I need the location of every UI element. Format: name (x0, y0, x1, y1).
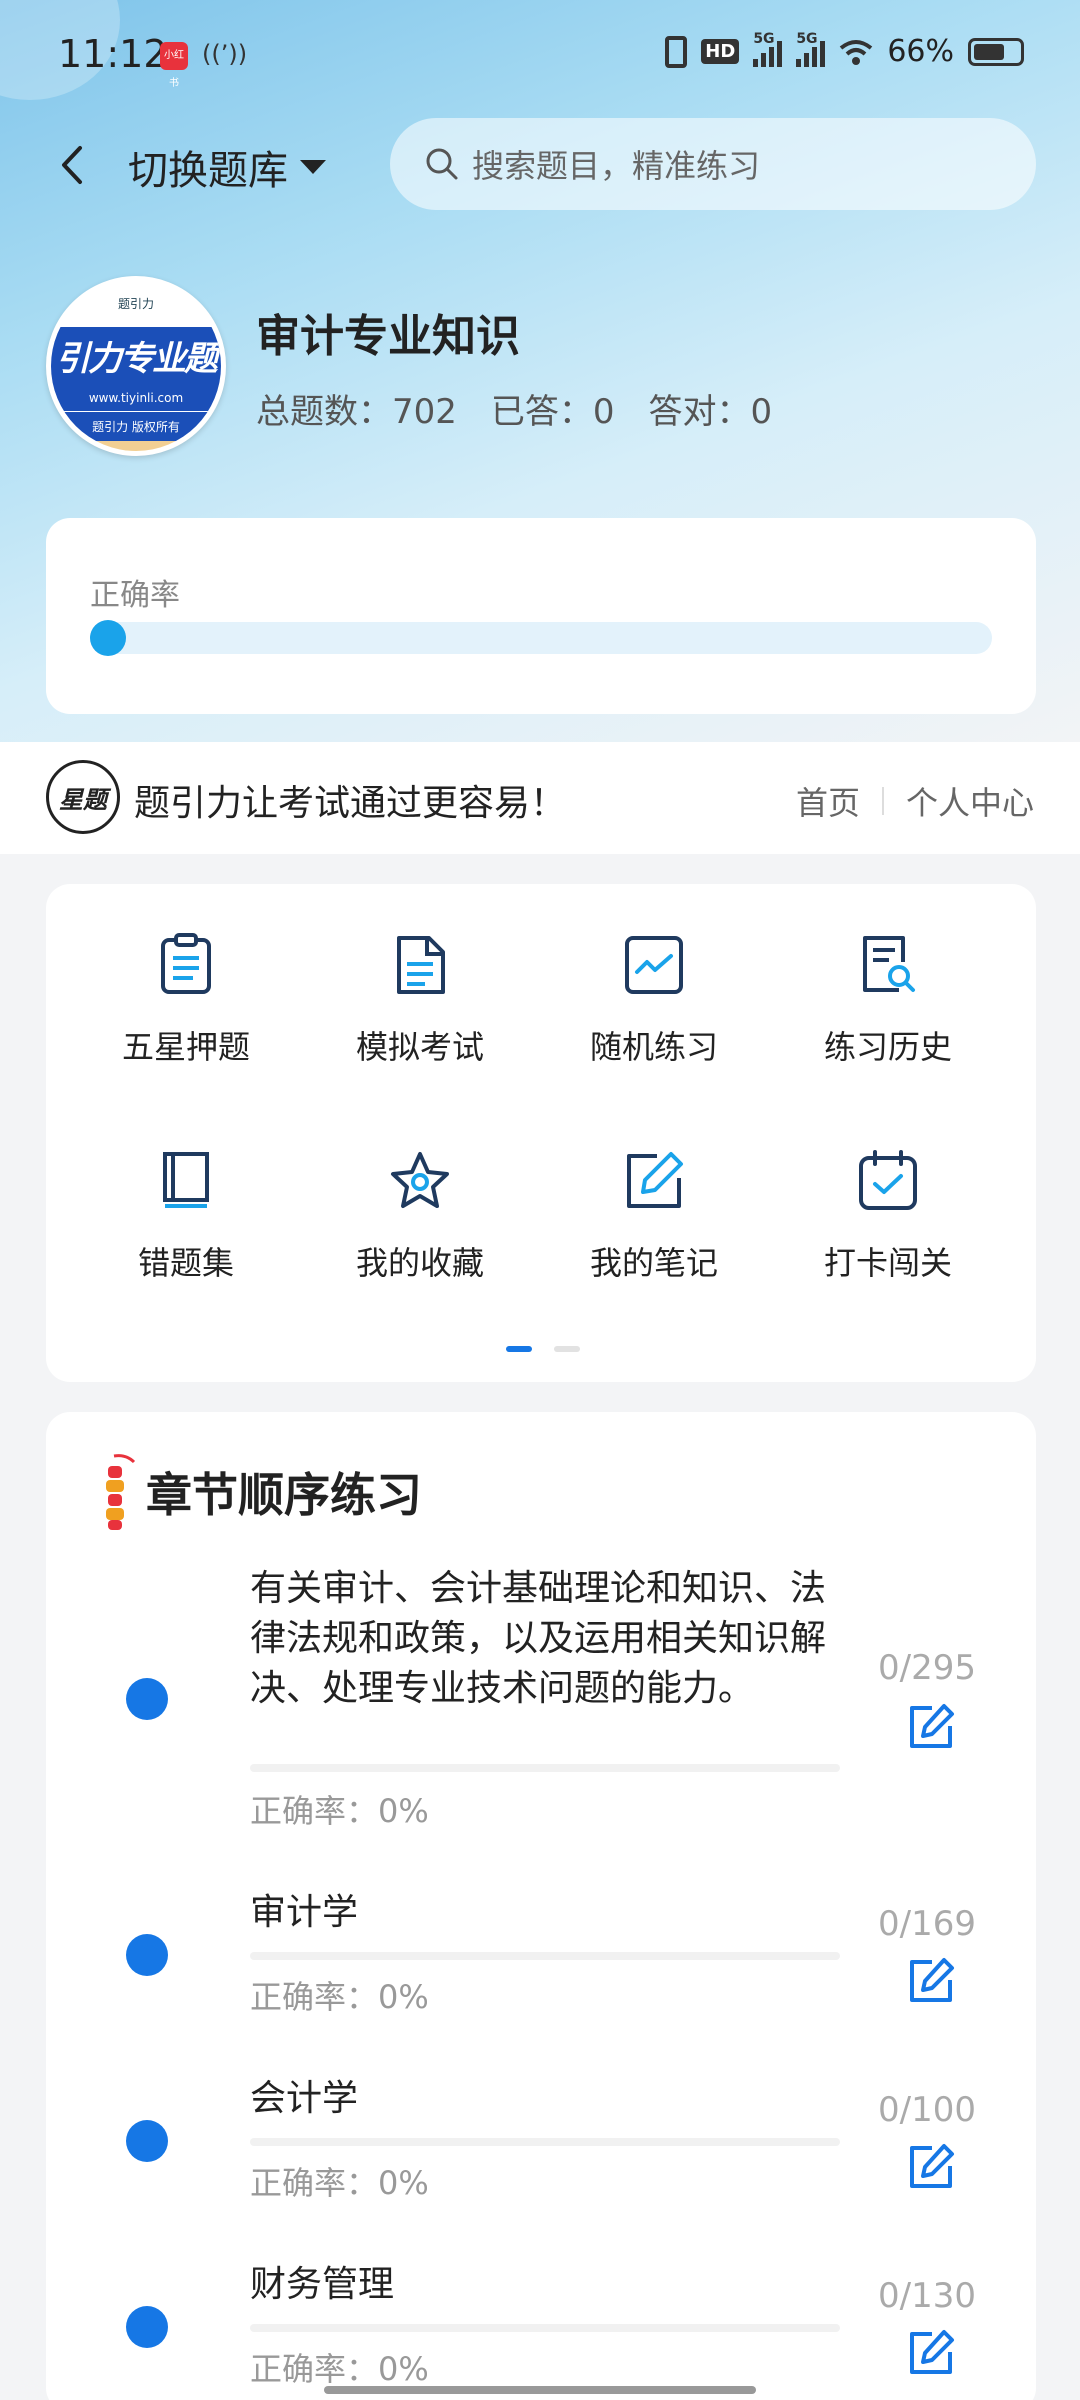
search-document-icon (863, 936, 915, 992)
page-dot-active (506, 1346, 532, 1352)
star-icon (391, 1152, 449, 1208)
back-arrow-icon[interactable] (50, 140, 100, 190)
chapter-progress-bar (250, 2138, 840, 2146)
feature-five-star[interactable]: 五星押题 (86, 932, 286, 1102)
chart-line-icon (625, 936, 683, 994)
profile-link[interactable]: 个人中心 (906, 778, 1034, 824)
document-icon (397, 936, 445, 994)
caret-down-icon (300, 160, 326, 174)
chapter-header: 章节顺序练习 (96, 1452, 422, 1532)
feature-mock-exam[interactable]: 模拟考试 (320, 932, 520, 1102)
nfc-icon: ((ʼ)) (202, 40, 248, 68)
app-notification-icon: 小红书 (160, 42, 188, 89)
vibrate-icon (665, 35, 688, 68)
chapter-dot (126, 2120, 168, 2162)
feature-grid: 五星押题 模拟考试 随机练习 练习历史 错题集 我的收藏 我的笔记 打卡闯关 (46, 884, 1036, 1382)
brand-logo: 星题 (46, 760, 120, 834)
chapter-name: 会计学 (250, 2078, 359, 2119)
accuracy-card: 正确率 (46, 518, 1036, 714)
chapter-title: 章节顺序练习 (146, 1468, 422, 1522)
status-time: 11:12 (58, 32, 168, 76)
total-count: 总题数：702 (256, 392, 457, 432)
signal-icon: 5G (753, 31, 783, 67)
chapter-practice-card: 章节顺序练习 有关审计、会计基础理论和知识、法律法规和政策，以及运用相关知识解决… (46, 1412, 1036, 2400)
home-link[interactable]: 首页 (796, 778, 860, 824)
status-bar: 11:12 小红书 ((ʼ)) HD 5G 5G 66% (0, 0, 1080, 116)
edit-icon[interactable] (906, 2328, 956, 2378)
status-icons: HD 5G 5G 66% (665, 31, 1024, 69)
feature-notes[interactable]: 我的笔记 (554, 1148, 754, 1318)
wifi-icon (839, 38, 873, 66)
chapter-count: 0/295 (878, 1648, 976, 1688)
bank-logo: 题引力 引力专业题 www.tiyinli.com 题引力 版权所有 (46, 276, 226, 456)
chapter-progress-bar (250, 2324, 840, 2332)
search-placeholder: 搜索题目，精准练习 (472, 147, 761, 185)
battery-icon (968, 37, 1024, 66)
chapter-accuracy: 正确率：0% (250, 1792, 429, 1830)
feature-favorites[interactable]: 我的收藏 (320, 1148, 520, 1318)
edit-icon[interactable] (906, 1702, 956, 1752)
search-icon (426, 148, 458, 180)
feature-practice-history[interactable]: 练习历史 (788, 932, 988, 1102)
chapter-progress-bar (250, 1764, 840, 1772)
book-icon (163, 1152, 209, 1208)
link-divider (881, 787, 884, 815)
slogan-links: 首页 个人中心 (796, 778, 1034, 824)
bank-title: 审计专业知识 (256, 311, 520, 362)
edit-icon (627, 1152, 683, 1208)
chapter-count: 0/100 (878, 2090, 976, 2130)
edit-icon[interactable] (906, 1956, 956, 2006)
switch-bank-button[interactable]: 切换题库 (128, 138, 326, 196)
feature-random-practice[interactable]: 随机练习 (554, 932, 754, 1102)
slogan-bar: 星题 题引力让考试通过更容易！ 首页 个人中心 (0, 742, 1080, 854)
feature-wrong-questions[interactable]: 错题集 (86, 1148, 286, 1318)
chapter-count: 0/130 (878, 2276, 976, 2316)
calendar-check-icon (859, 1150, 917, 1210)
chapter-accuracy: 正确率：0% (250, 1978, 429, 2016)
correct-count: 答对：0 (648, 392, 773, 432)
chapter-accuracy: 正确率：0% (250, 2164, 429, 2202)
chapter-dot (126, 1678, 168, 1720)
feature-check-in[interactable]: 打卡闯关 (788, 1148, 988, 1318)
clipboard-icon (161, 933, 211, 994)
chapter-name: 审计学 (250, 1892, 359, 1933)
signal-icon: 5G (796, 31, 826, 67)
chapter-dot (126, 1934, 168, 1976)
accuracy-progress-bar (90, 620, 992, 656)
page-dot (554, 1346, 580, 1352)
chapter-dot (126, 2306, 168, 2348)
chapter-count: 0/169 (878, 1904, 976, 1944)
chapter-progress-bar (250, 1952, 840, 1960)
home-indicator[interactable] (324, 2386, 756, 2394)
accuracy-label: 正确率 (90, 578, 180, 613)
switch-bank-label: 切换题库 (128, 148, 288, 194)
accuracy-progress-knob (90, 620, 126, 656)
slogan-text: 题引力让考试通过更容易！ (134, 783, 567, 824)
chapter-name: 有关审计、会计基础理论和知识、法律法规和政策，以及运用相关知识解决、处理专业技术… (250, 1568, 827, 1709)
bank-stats: 总题数：702 已答：0 答对：0 (256, 384, 772, 433)
page-indicator (506, 1346, 580, 1352)
edit-icon[interactable] (906, 2142, 956, 2192)
battery-percent: 66% (887, 34, 954, 69)
chapter-name: 财务管理 (250, 2264, 395, 2305)
chapter-accuracy: 正确率：0% (250, 2350, 429, 2388)
search-input[interactable]: 搜索题目，精准练习 (390, 118, 1036, 210)
firecracker-icon (106, 1454, 136, 1530)
answered-count: 已答：0 (490, 392, 615, 432)
hd-icon: HD (701, 39, 740, 64)
